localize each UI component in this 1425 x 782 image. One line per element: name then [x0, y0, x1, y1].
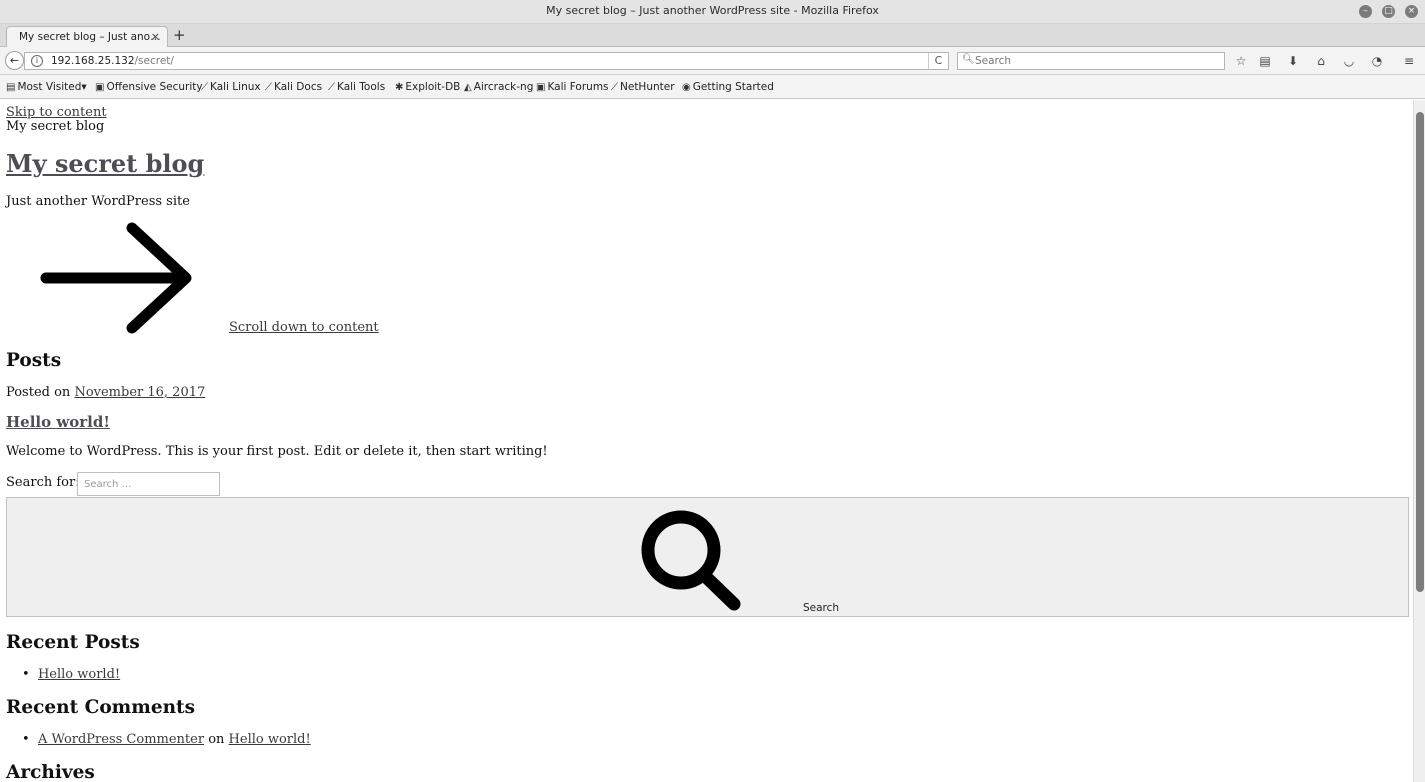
post-title-link[interactable]: Hello world!	[6, 413, 110, 431]
page-viewport: Skip to content My secret blog My secret…	[0, 100, 1413, 782]
bookmark-label: Kali Forums	[547, 81, 609, 93]
vertical-scrollbar[interactable]	[1413, 100, 1425, 782]
bookmark-kali-tools[interactable]: ⟋ Kali Tools	[328, 81, 385, 93]
account-icon[interactable]: ◔	[1369, 53, 1385, 69]
list-item: • Hello world!	[22, 667, 120, 682]
search-input[interactable]	[77, 472, 220, 496]
bullet: •	[22, 732, 38, 747]
site-title-link[interactable]: My secret blog	[6, 149, 204, 178]
posted-on-label: Posted on	[6, 385, 71, 400]
recent-posts-heading: Recent Posts	[6, 632, 140, 653]
comment-post-link[interactable]: Hello world!	[229, 732, 311, 747]
url-bar[interactable]: i 192.168.25.132/secret/ C	[24, 52, 949, 70]
bookmark-kali-forums[interactable]: ▣ Kali Forums	[536, 81, 609, 93]
pocket-icon[interactable]: ◡	[1341, 53, 1357, 69]
arrow-right-icon[interactable]	[40, 222, 196, 334]
bookmark-exploit-db[interactable]: ✱ Exploit-DB	[395, 81, 460, 93]
tab-active[interactable]: My secret blog – Just ano… ×	[6, 26, 168, 48]
maximize-icon[interactable]: □	[1382, 5, 1395, 18]
new-tab-icon[interactable]: +	[173, 26, 186, 44]
list-item: • A WordPress Commenter on Hello world!	[22, 732, 311, 747]
post-date-link[interactable]: November 16, 2017	[74, 385, 205, 400]
recent-comments-heading: Recent Comments	[6, 697, 196, 718]
search-icon: 🔍︎	[962, 54, 975, 65]
site-info-icon[interactable]: i	[31, 55, 43, 67]
scrollbar-thumb[interactable]	[1416, 112, 1424, 592]
recent-comments-list: • A WordPress Commenter on Hello world!	[22, 732, 311, 747]
scroll-down-link[interactable]: Scroll down to content	[229, 320, 379, 335]
aircrack-icon: ◭	[464, 82, 472, 93]
tab-close-icon[interactable]: ×	[151, 30, 160, 43]
chevron-down-icon: ▾	[81, 81, 87, 93]
bookmark-offensive-security[interactable]: ▣ Offensive Security	[95, 81, 203, 93]
tab-strip: My secret blog – Just ano… ×	[0, 24, 1425, 48]
recent-post-link[interactable]: Hello world!	[38, 667, 120, 682]
recent-posts-list: • Hello world!	[22, 667, 120, 682]
url-path: /secret/	[134, 55, 174, 67]
offsec-icon: ▣	[95, 82, 105, 93]
kali-forums-icon: ▣	[536, 82, 546, 93]
bookmark-aircrack-ng[interactable]: ◭ Aircrack-ng	[464, 81, 533, 93]
tab-label: My secret blog – Just ano…	[19, 31, 161, 43]
bookmark-label: Kali Tools	[337, 81, 386, 93]
posts-heading: Posts	[6, 350, 62, 371]
bookmark-nethunter[interactable]: ⟋ NetHunter	[611, 81, 675, 93]
minimize-icon[interactable]: –	[1359, 5, 1372, 18]
comment-author-link[interactable]: A WordPress Commenter	[38, 732, 204, 747]
firefox-icon: ◉	[682, 82, 691, 93]
kali-icon: ⟋	[265, 82, 272, 93]
bookmark-label: Aircrack-ng	[473, 81, 534, 93]
kali-icon: ⟋	[201, 82, 208, 93]
download-icon[interactable]: ⬇	[1285, 53, 1301, 69]
kali-icon: ⟋	[611, 82, 618, 93]
skip-to-content-link[interactable]: Skip to content	[6, 105, 107, 120]
close-window-icon[interactable]: ×	[1405, 5, 1418, 18]
bookmark-label: Most Visited	[17, 81, 82, 93]
comment-on-text: on	[208, 732, 225, 747]
bookmark-label: Exploit-DB	[405, 81, 461, 93]
url-text[interactable]: 192.168.25.132/secret/	[51, 55, 174, 67]
folder-icon: ▤	[6, 82, 16, 93]
site-tagline: Just another WordPress site	[6, 194, 190, 209]
bookmark-star-icon[interactable]: ☆	[1233, 53, 1249, 69]
bookmark-kali-linux[interactable]: ⟋ Kali Linux	[201, 81, 261, 93]
browser-search-input[interactable]	[975, 54, 1215, 68]
reload-icon[interactable]: C	[928, 53, 948, 69]
bookmark-label: Kali Linux	[210, 81, 261, 93]
menu-icon[interactable]: ≡	[1401, 53, 1417, 69]
bookmarks-toolbar: ▤ Most Visited▾ ▣ Offensive Security ⟋ Kali…	[0, 75, 1425, 99]
bookmark-label: Offensive Security	[106, 81, 203, 93]
site-name-small: My secret blog	[6, 119, 105, 134]
bookmark-label: Getting Started	[692, 81, 774, 93]
navigation-toolbar: ← i 192.168.25.132/secret/ C 🔍︎ ☆ ▤ ⬇ ⌂ …	[0, 47, 1425, 75]
bookmark-label: Kali Docs	[274, 81, 323, 93]
bookmark-kali-docs[interactable]: ⟋ Kali Docs	[265, 81, 322, 93]
back-arrow-icon[interactable]: ←	[5, 51, 24, 70]
bookmark-getting-started[interactable]: ◉ Getting Started	[682, 81, 774, 93]
window-titlebar: My secret blog – Just another WordPress …	[0, 0, 1425, 24]
bookmark-most-visited[interactable]: ▤ Most Visited▾	[6, 81, 87, 93]
browser-search-bar[interactable]: 🔍︎	[957, 52, 1225, 70]
post-excerpt: Welcome to WordPress. This is your first…	[6, 444, 548, 459]
window-title: My secret blog – Just another WordPress …	[546, 4, 879, 17]
archives-heading: Archives	[6, 762, 95, 782]
url-host: 192.168.25.132	[51, 55, 135, 67]
search-button[interactable]: Search	[6, 497, 1409, 617]
post-meta: Posted on November 16, 2017	[6, 385, 205, 400]
search-for-label: Search for:	[6, 475, 80, 490]
bookmark-label: NetHunter	[620, 81, 675, 93]
bullet: •	[22, 667, 38, 682]
kali-icon: ⟋	[328, 82, 335, 93]
search-button-label: Search	[803, 602, 840, 614]
library-icon[interactable]: ▤	[1257, 53, 1273, 69]
search-icon	[641, 510, 741, 611]
home-icon[interactable]: ⌂	[1313, 53, 1329, 69]
exploitdb-icon: ✱	[395, 82, 404, 93]
